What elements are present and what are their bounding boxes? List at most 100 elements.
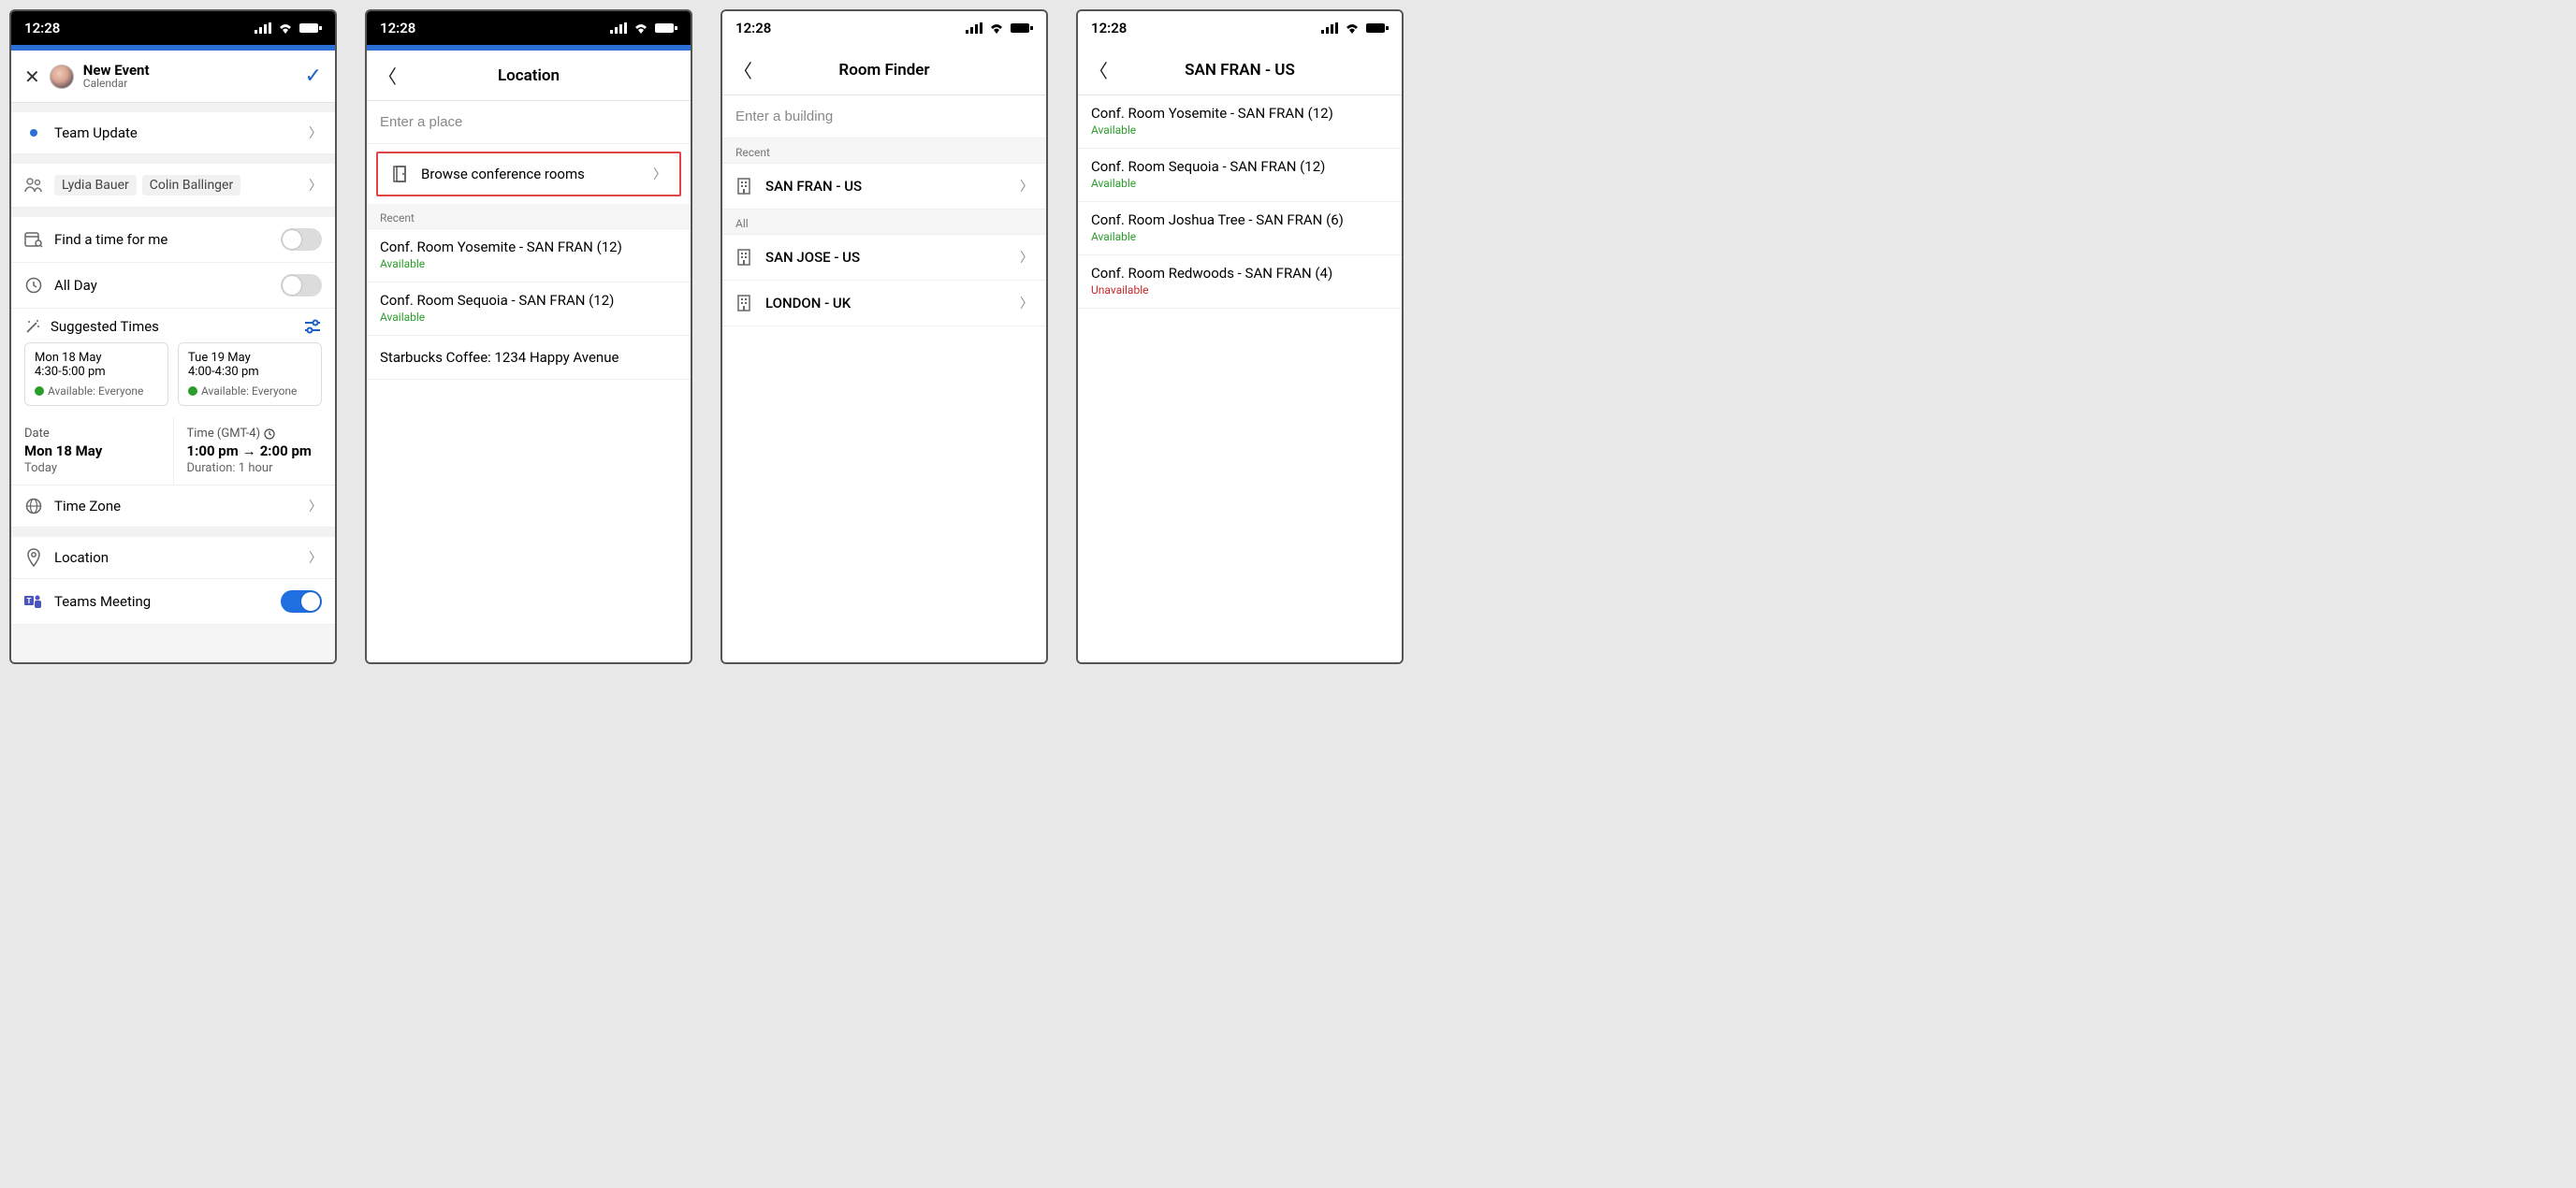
phone-screen-room-list: 12:28 〈 SAN FRAN - US Conf. Room Yosemit… xyxy=(1076,9,1404,664)
back-icon[interactable]: 〈 xyxy=(734,56,752,83)
status-indicators xyxy=(610,22,677,34)
all-day-toggle[interactable] xyxy=(281,274,322,297)
attendee-chip: Lydia Bauer xyxy=(54,175,137,196)
wifi-icon xyxy=(1344,22,1361,34)
status-indicators xyxy=(1321,22,1389,34)
building-name: LONDON - UK xyxy=(765,295,1007,311)
teams-meeting-label: Teams Meeting xyxy=(54,593,269,610)
status-bar: 12:28 xyxy=(722,11,1046,45)
header: 〈 Location xyxy=(367,51,691,101)
suggested-time: 4:00-4:30 pm xyxy=(188,365,312,379)
suggested-time-card[interactable]: Tue 19 May 4:00-4:30 pm Available: Every… xyxy=(178,342,322,406)
building-icon xyxy=(735,177,752,196)
building-icon xyxy=(735,248,752,267)
back-icon[interactable]: 〈 xyxy=(1089,56,1108,83)
location-pin-icon xyxy=(24,548,43,567)
chevron-right-icon: 〉 xyxy=(309,497,322,515)
close-icon[interactable]: ✕ xyxy=(24,65,40,88)
teams-meeting-toggle[interactable] xyxy=(281,590,322,613)
room-row[interactable]: Conf. Room Yosemite - SAN FRAN (12) Avai… xyxy=(367,229,691,283)
calendar-search-icon xyxy=(24,231,43,248)
building-name: SAN FRAN - US xyxy=(765,178,1007,195)
room-row[interactable]: Conf. Room Sequoia - SAN FRAN (12) Avail… xyxy=(1078,149,1402,202)
find-time-toggle[interactable] xyxy=(281,228,322,251)
people-icon xyxy=(24,178,43,193)
room-name: Conf. Room Yosemite - SAN FRAN (12) xyxy=(380,239,677,255)
status-time: 12:28 xyxy=(380,20,415,36)
building-search-input[interactable] xyxy=(722,95,1046,138)
all-section-label: All xyxy=(722,210,1046,235)
attendee-chip: Colin Ballinger xyxy=(142,175,240,196)
building-row[interactable]: LONDON - UK 〉 xyxy=(722,281,1046,326)
room-status: Unavailable xyxy=(1091,283,1389,297)
room-name: Conf. Room Yosemite - SAN FRAN (12) xyxy=(1091,105,1389,122)
timezone-label: Time Zone xyxy=(54,498,298,514)
date-time-row[interactable]: Date Mon 18 May Today Time (GMT-4) 1:00 … xyxy=(11,417,335,485)
wifi-icon xyxy=(277,22,294,34)
signal-icon xyxy=(966,22,982,34)
header: ✕ New Event Calendar ✓ xyxy=(11,51,335,103)
room-row[interactable]: Conf. Room Sequoia - SAN FRAN (12) Avail… xyxy=(367,283,691,336)
status-time: 12:28 xyxy=(24,20,60,36)
suggested-times-section: Suggested Times Mon 18 May 4:30-5:00 pm … xyxy=(11,309,335,417)
phone-screen-new-event: 12:28 ✕ New Event Calendar ✓ Team Update… xyxy=(9,9,337,664)
room-name: Conf. Room Sequoia - SAN FRAN (12) xyxy=(380,292,677,309)
suggested-time: 4:30-5:00 pm xyxy=(35,365,158,379)
svg-text:T: T xyxy=(27,597,32,605)
location-row[interactable]: Location 〉 xyxy=(11,537,335,579)
date-value: Mon 18 May xyxy=(24,442,160,459)
back-icon[interactable]: 〈 xyxy=(378,62,397,89)
teams-meeting-row[interactable]: T Teams Meeting xyxy=(11,579,335,625)
event-title: Team Update xyxy=(54,124,298,141)
date-column[interactable]: Date Mon 18 May Today xyxy=(11,417,173,485)
status-indicators xyxy=(966,22,1033,34)
suggested-availability: Available: Everyone xyxy=(48,384,143,398)
find-time-row[interactable]: Find a time for me xyxy=(11,217,335,263)
signal-icon xyxy=(1321,22,1338,34)
timezone-row[interactable]: Time Zone 〉 xyxy=(11,485,335,528)
place-search-input[interactable] xyxy=(367,101,691,144)
suggested-date: Tue 19 May xyxy=(188,351,312,365)
filter-icon[interactable] xyxy=(303,319,322,334)
browse-conference-rooms-row[interactable]: Browse conference rooms 〉 xyxy=(378,153,679,195)
building-row[interactable]: SAN JOSE - US 〉 xyxy=(722,235,1046,281)
date-label: Date xyxy=(24,427,160,441)
wifi-icon xyxy=(988,22,1005,34)
room-row[interactable]: Conf. Room Yosemite - SAN FRAN (12) Avai… xyxy=(1078,95,1402,149)
date-sub: Today xyxy=(24,461,160,475)
room-status: Available xyxy=(1091,123,1389,137)
chevron-right-icon: 〉 xyxy=(653,165,666,183)
status-bar: 12:28 xyxy=(367,11,691,45)
status-bar: 12:28 xyxy=(1078,11,1402,45)
browse-rooms-highlight: Browse conference rooms 〉 xyxy=(376,152,681,196)
room-status: Available xyxy=(1091,177,1389,190)
battery-icon xyxy=(655,22,677,34)
wand-icon xyxy=(24,318,41,335)
confirm-icon[interactable]: ✓ xyxy=(305,65,322,88)
all-day-row[interactable]: All Day xyxy=(11,263,335,309)
teams-icon: T xyxy=(24,593,43,610)
chevron-right-icon: 〉 xyxy=(1020,248,1033,267)
building-name: SAN JOSE - US xyxy=(765,249,1007,266)
avatar xyxy=(50,65,74,89)
room-status: Available xyxy=(380,311,677,324)
recent-place-row[interactable]: Starbucks Coffee: 1234 Happy Avenue xyxy=(367,336,691,380)
browse-rooms-label: Browse conference rooms xyxy=(421,166,642,182)
room-row[interactable]: Conf. Room Joshua Tree - SAN FRAN (6) Av… xyxy=(1078,202,1402,255)
attendees-row[interactable]: Lydia Bauer Colin Ballinger 〉 xyxy=(11,164,335,208)
battery-icon xyxy=(1011,22,1033,34)
available-dot-icon xyxy=(188,386,197,396)
time-label: Time (GMT-4) xyxy=(187,427,261,441)
timezone-badge-icon xyxy=(264,428,275,440)
suggested-time-card[interactable]: Mon 18 May 4:30-5:00 pm Available: Every… xyxy=(24,342,168,406)
building-row[interactable]: SAN FRAN - US 〉 xyxy=(722,164,1046,210)
room-name: Conf. Room Redwoods - SAN FRAN (4) xyxy=(1091,265,1389,282)
event-title-row[interactable]: Team Update 〉 xyxy=(11,112,335,154)
room-name: Conf. Room Sequoia - SAN FRAN (12) xyxy=(1091,158,1389,175)
calendar-color-dot xyxy=(30,129,37,137)
header-title: Room Finder xyxy=(722,61,1046,80)
clock-icon xyxy=(24,277,43,294)
header-subtitle: Calendar xyxy=(83,78,150,90)
room-row[interactable]: Conf. Room Redwoods - SAN FRAN (4) Unava… xyxy=(1078,255,1402,309)
time-column[interactable]: Time (GMT-4) 1:00 pm→2:00 pm Duration: 1… xyxy=(173,417,336,485)
